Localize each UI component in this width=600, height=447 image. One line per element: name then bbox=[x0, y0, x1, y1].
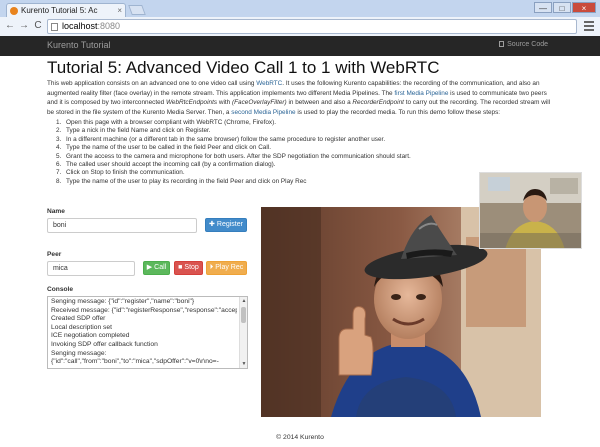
call-button[interactable]: ▶ Call bbox=[143, 261, 170, 275]
list-item: 7. Click on Stop to finish the communicat… bbox=[56, 169, 185, 177]
webrtc-link[interactable]: WebRTC bbox=[256, 80, 282, 87]
list-item: 1. Open this page with a browser complian… bbox=[56, 119, 277, 126]
browser-toolbar: ← → C localhost:8080 bbox=[0, 17, 600, 36]
console-line: Created SDP offer bbox=[51, 315, 106, 323]
intro-text: is used to play the recorded media. To r… bbox=[295, 108, 501, 116]
menu-icon[interactable] bbox=[584, 21, 594, 33]
list-item: 3. In a different machine (or a different… bbox=[56, 135, 386, 143]
peer-field[interactable]: mica bbox=[47, 261, 135, 276]
scroll-up-icon[interactable]: ▲ bbox=[241, 298, 247, 304]
call-label: Call bbox=[154, 264, 167, 271]
stop-icon: ■ bbox=[178, 264, 183, 271]
tab-title: Kurento Tutorial 5: Ac bbox=[21, 6, 98, 15]
play-circle-icon: ⏵ bbox=[209, 264, 214, 271]
address-bar[interactable]: localhost:8080 bbox=[47, 19, 577, 34]
console-line: ICE negotiation completed bbox=[51, 332, 130, 340]
intro-text: in between and also a bbox=[286, 99, 353, 106]
local-video bbox=[479, 172, 582, 249]
new-tab-button[interactable] bbox=[128, 5, 146, 15]
console-scrollbar[interactable]: ▲ ▼ bbox=[239, 297, 247, 368]
console-line: Senging message: {"id":"register","name"… bbox=[51, 298, 195, 305]
close-window-button[interactable]: × bbox=[572, 2, 596, 13]
file-icon bbox=[499, 41, 505, 47]
stop-label: Stop bbox=[184, 264, 199, 271]
minimize-button[interactable]: — bbox=[534, 2, 552, 13]
intro-emphasis: WebRtcEndpoints bbox=[166, 99, 218, 106]
browser-chrome: Kurento Tutorial 5: Ac × — □ × ← → C loc… bbox=[0, 0, 600, 36]
list-item: 6. The called user should accept the inco… bbox=[56, 161, 276, 169]
console-line: Senging message: bbox=[51, 349, 107, 357]
intro-text: This web application consists on an adva… bbox=[47, 80, 257, 87]
first-pipeline-link[interactable]: first Media Pipeline bbox=[394, 90, 448, 97]
source-code-link[interactable]: Source Code bbox=[499, 41, 548, 48]
play-rec-label: Play Rec bbox=[215, 264, 244, 271]
intro-emphasis: RecorderEndpoint bbox=[352, 99, 404, 106]
navbar: Kurento Tutorial Source Code bbox=[0, 36, 600, 56]
console-box[interactable]: Senging message: {"id":"register","name"… bbox=[47, 296, 248, 369]
browser-tab[interactable]: Kurento Tutorial 5: Ac × bbox=[6, 3, 126, 17]
page-title: Tutorial 5: Advanced Video Call 1 to 1 w… bbox=[47, 58, 440, 77]
url-host: localhost bbox=[62, 21, 98, 31]
second-pipeline-link[interactable]: second Media Pipeline bbox=[231, 109, 295, 116]
page-icon bbox=[51, 23, 58, 31]
list-item: 2. Type a nick in the field Name and clic… bbox=[56, 127, 211, 135]
scroll-down-icon[interactable]: ▼ bbox=[241, 361, 247, 367]
forward-icon[interactable]: → bbox=[18, 20, 30, 32]
register-button[interactable]: ✚ Register bbox=[205, 218, 247, 232]
stop-button[interactable]: ■ Stop bbox=[174, 261, 203, 275]
console-line: Local description set bbox=[51, 323, 112, 331]
url-port: :8080 bbox=[97, 21, 121, 31]
console-label: Console bbox=[47, 286, 74, 293]
peer-label: Peer bbox=[47, 251, 62, 258]
tab-close-icon[interactable]: × bbox=[117, 4, 122, 17]
navbar-brand[interactable]: Kurento Tutorial bbox=[47, 40, 111, 50]
back-icon[interactable]: ← bbox=[4, 20, 16, 32]
intro-paragraph: This web application consists on an adva… bbox=[47, 79, 555, 117]
footer: © 2014 Kurento bbox=[276, 434, 324, 441]
reload-icon[interactable]: C bbox=[32, 20, 44, 32]
register-label: Register bbox=[216, 221, 243, 228]
intro-text: with bbox=[217, 99, 232, 106]
kurento-favicon-icon bbox=[10, 7, 18, 15]
window-controls: — □ × bbox=[534, 2, 596, 13]
scroll-thumb[interactable] bbox=[241, 307, 246, 323]
plus-icon: ✚ bbox=[209, 221, 215, 228]
console-line: Received message: {"id":"registerRespons… bbox=[51, 306, 237, 314]
play-icon: ▶ bbox=[146, 264, 153, 271]
play-rec-button[interactable]: ⏵ Play Rec bbox=[206, 261, 247, 275]
maximize-button[interactable]: □ bbox=[553, 2, 571, 13]
list-item: 4. Type the name of the user to be called… bbox=[56, 144, 271, 152]
source-code-label: Source Code bbox=[507, 41, 548, 48]
list-item: 5. Grant the access to the camera and mic… bbox=[56, 152, 411, 160]
console-line: Invoking SDP offer callback function bbox=[51, 340, 158, 348]
steps-list: 1. Open this page with a browser complian… bbox=[56, 119, 411, 186]
name-field[interactable]: boni bbox=[47, 218, 197, 233]
local-video-frame bbox=[480, 173, 581, 248]
list-item: 8. Type the name of the user to play its … bbox=[56, 177, 307, 185]
console-line: {"id":"call","from":"boni","to":"mica","… bbox=[51, 358, 219, 366]
intro-emphasis: (FaceOverlayFilter) bbox=[231, 99, 287, 106]
name-label: Name bbox=[47, 208, 65, 215]
